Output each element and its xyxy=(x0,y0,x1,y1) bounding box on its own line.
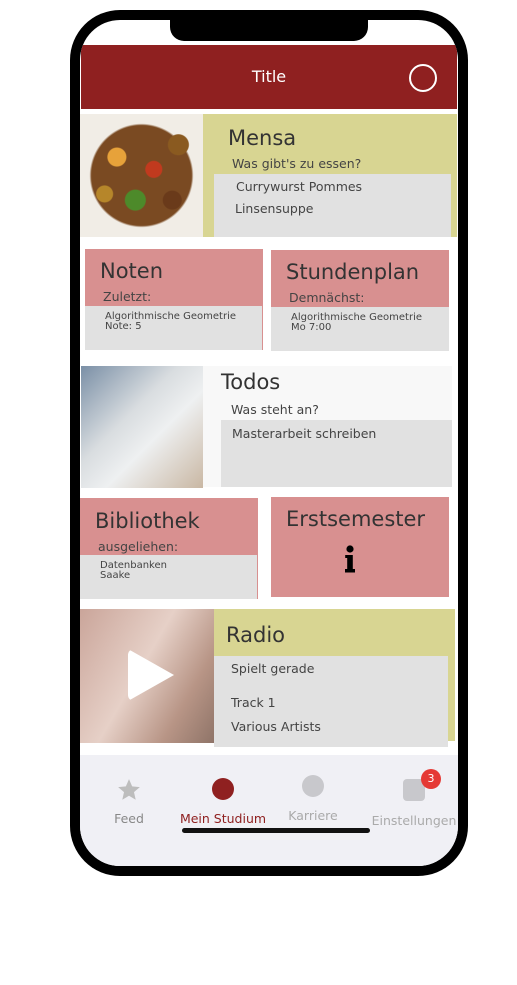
radio-artist: Various Artists xyxy=(231,719,321,734)
radio-subtitle: Spielt gerade xyxy=(231,661,315,676)
info-icon xyxy=(345,545,355,573)
stundenplan-subtitle: Demnächst: xyxy=(289,290,365,305)
play-icon[interactable] xyxy=(128,649,174,701)
mensa-card[interactable]: Mensa Was gibt's zu essen? Currywurst Po… xyxy=(203,114,457,237)
radio-microphone-image xyxy=(80,609,214,743)
header-title: Title xyxy=(251,67,287,86)
stundenplan-detail: Algorithmische Geometrie Mo 7:00 xyxy=(271,307,449,351)
radio-now-playing: Spielt gerade Track 1 Various Artists xyxy=(214,656,448,747)
stundenplan-card[interactable]: Stundenplan Demnächst: Algorithmische Ge… xyxy=(271,250,449,351)
noten-card[interactable]: Noten Zuletzt: Algorithmische Geometrie … xyxy=(85,249,263,350)
tab-label: Einstellungen xyxy=(371,813,457,828)
tab-label: Feed xyxy=(114,811,144,826)
mensa-menu-list: Currywurst Pommes Linsensuppe xyxy=(214,174,451,237)
noten-grade: Note: 5 xyxy=(105,321,142,332)
erstsemester-title: Erstsemester xyxy=(286,507,426,531)
app-screen: Title Mensa Was gibt's zu essen? Currywu… xyxy=(80,20,458,866)
tab-mein-studium[interactable]: Mein Studium xyxy=(178,778,268,826)
noten-subtitle: Zuletzt: xyxy=(103,289,152,304)
radio-title: Radio xyxy=(226,623,286,647)
tab-label: Karriere xyxy=(288,808,338,823)
bibliothek-detail: Datenbanken Saake xyxy=(80,555,257,599)
stundenplan-title: Stundenplan xyxy=(286,260,420,284)
radio-track: Track 1 xyxy=(231,695,276,710)
notification-badge: 3 xyxy=(421,769,441,789)
todos-subtitle: Was steht an? xyxy=(231,402,319,417)
circle-icon xyxy=(212,778,234,800)
phone-notch xyxy=(170,18,368,41)
stundenplan-time: Mo 7:00 xyxy=(291,322,332,333)
bibliothek-title: Bibliothek xyxy=(95,509,200,533)
bibliothek-card[interactable]: Bibliothek ausgeliehen: Datenbanken Saak… xyxy=(80,498,258,599)
mensa-subtitle: Was gibt's zu essen? xyxy=(232,156,362,171)
mensa-food-image xyxy=(80,114,203,237)
mensa-menu-item: Currywurst Pommes xyxy=(236,179,363,194)
tab-label: Mein Studium xyxy=(179,811,267,826)
bibliothek-subtitle: ausgeliehen: xyxy=(98,539,179,554)
circle-icon xyxy=(302,775,324,797)
radio-card[interactable]: Radio Spielt gerade Track 1 Various Arti… xyxy=(214,609,455,747)
star-icon xyxy=(118,779,140,800)
tab-karriere[interactable]: Karriere xyxy=(280,775,346,823)
todos-notebook-image xyxy=(81,366,203,488)
todos-card[interactable]: Todos Was steht an? Masterarbeit schreib… xyxy=(203,366,452,487)
noten-title: Noten xyxy=(100,259,164,283)
bibliothek-author: Saake xyxy=(100,570,131,581)
todos-title: Todos xyxy=(221,370,281,394)
bottom-tab-bar: Feed Mein Studium Karriere 3 Einstellung… xyxy=(80,755,458,866)
tab-einstellungen[interactable]: 3 Einstellungen xyxy=(370,769,458,828)
todos-list: Masterarbeit schreiben xyxy=(221,420,452,487)
erstsemester-card[interactable]: Erstsemester xyxy=(271,497,449,597)
todo-item: Masterarbeit schreiben xyxy=(232,426,377,441)
profile-circle-icon[interactable] xyxy=(409,64,437,92)
noten-detail: Algorithmische Geometrie Note: 5 xyxy=(85,306,262,350)
app-header: Title xyxy=(81,45,457,109)
mensa-title: Mensa xyxy=(228,126,297,150)
home-indicator[interactable] xyxy=(182,828,370,833)
tab-feed[interactable]: Feed xyxy=(98,777,160,826)
mensa-menu-item: Linsensuppe xyxy=(235,201,314,216)
